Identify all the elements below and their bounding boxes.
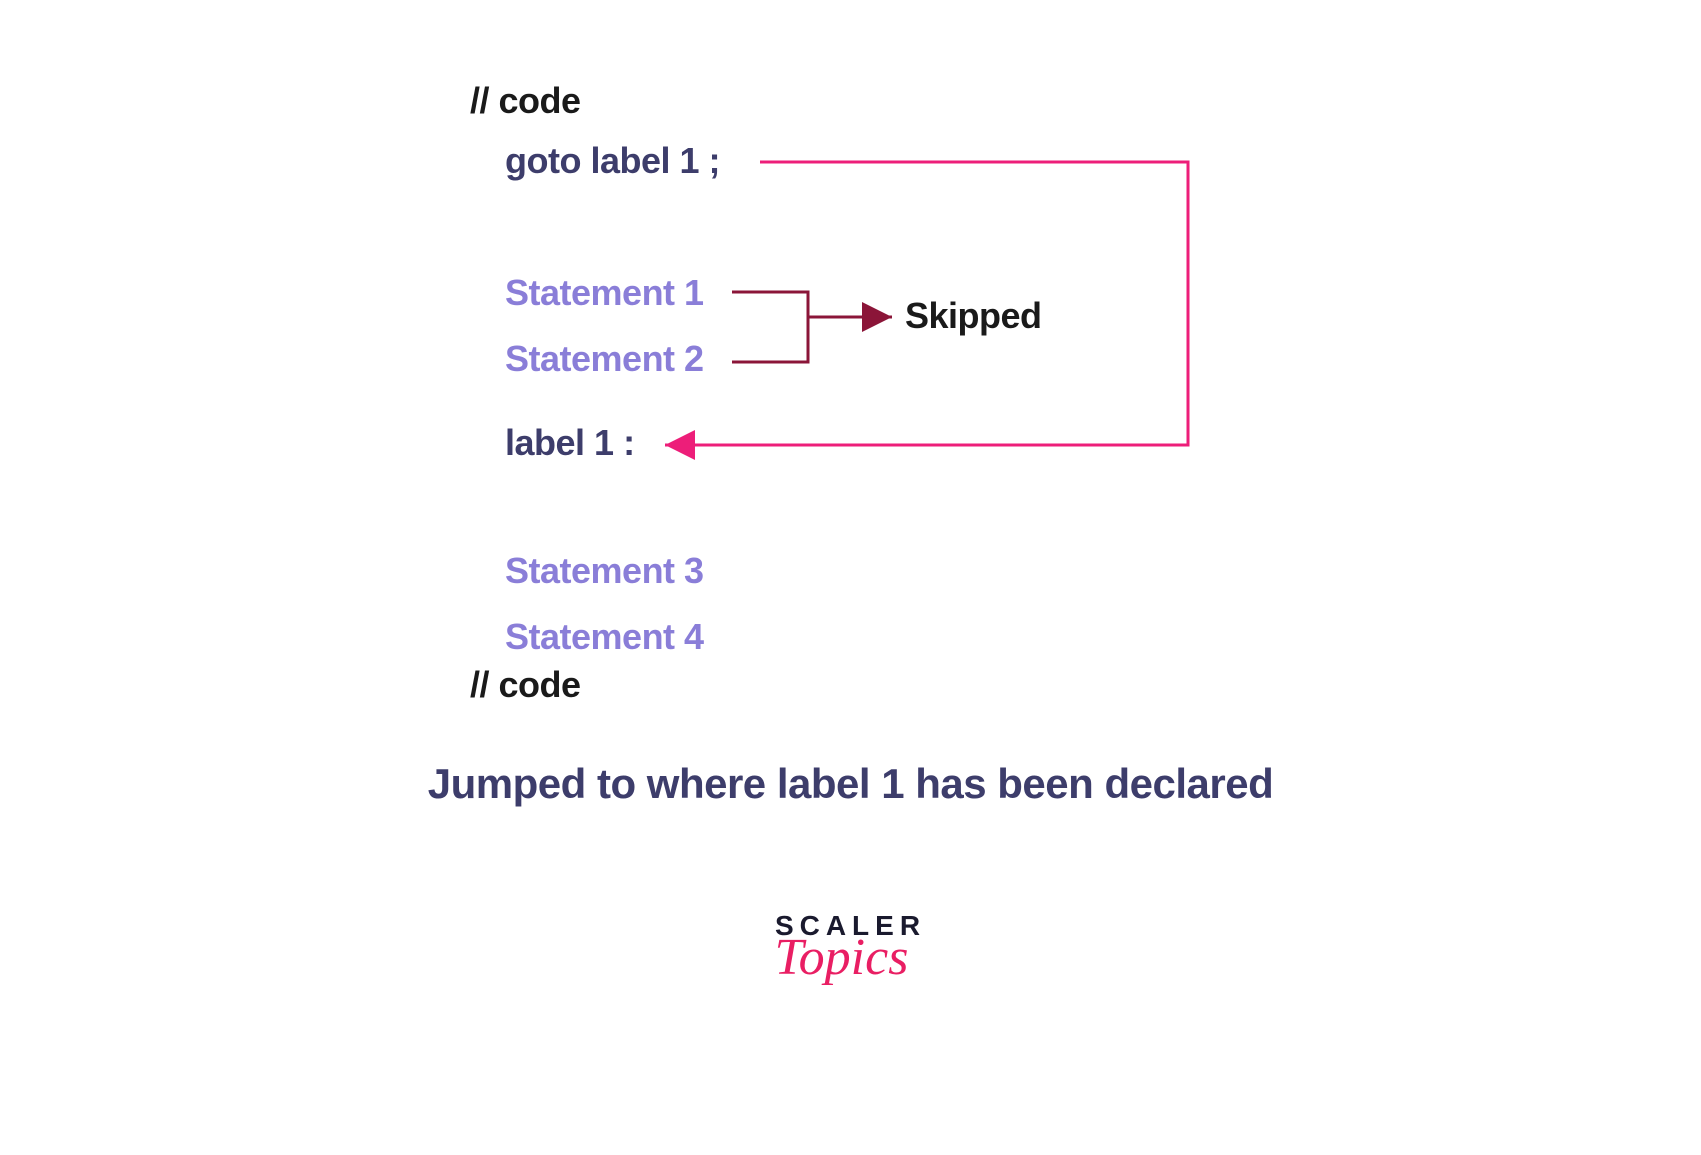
logo-topics-text: Topics bbox=[757, 928, 926, 987]
statement-4: Statement 4 bbox=[505, 616, 1370, 658]
label-declaration: label 1 : bbox=[505, 422, 1370, 464]
scaler-logo: SCALER Topics bbox=[775, 910, 926, 987]
code-comment-top: // code bbox=[470, 80, 1370, 122]
statement-3: Statement 3 bbox=[505, 550, 1370, 592]
goto-diagram: // code goto label 1 ; Statement 1 State… bbox=[470, 80, 1370, 706]
skipped-label: Skipped bbox=[905, 295, 1042, 337]
statement-2: Statement 2 bbox=[505, 338, 1370, 380]
code-comment-bottom: // code bbox=[470, 664, 1370, 706]
diagram-caption: Jumped to where label 1 has been declare… bbox=[0, 760, 1701, 808]
goto-statement: goto label 1 ; bbox=[505, 140, 1370, 182]
